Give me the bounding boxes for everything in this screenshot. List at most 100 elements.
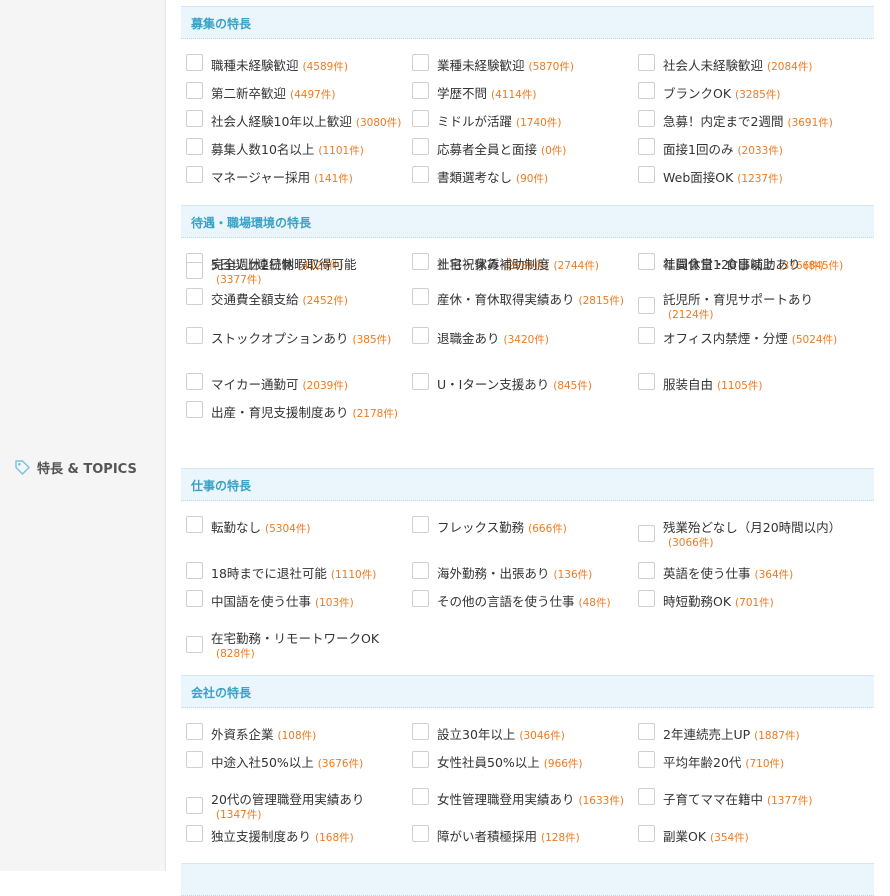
feature-checkbox-item[interactable]: 産休・育休取得実績あり (2815件)	[407, 288, 633, 308]
feature-checkbox-item[interactable]: 外資系企業 (108件)	[181, 723, 407, 743]
checkbox[interactable]	[412, 327, 429, 344]
feature-checkbox-item[interactable]: 18時までに退社可能 (1110件)	[181, 562, 407, 582]
checkbox[interactable]	[186, 723, 203, 740]
feature-checkbox-item[interactable]: 英語を使う仕事 (364件)	[633, 562, 859, 582]
checkbox[interactable]	[186, 590, 203, 607]
feature-label[interactable]: 時短勤務OK (701件)	[663, 591, 774, 610]
feature-label[interactable]: その他の言語を使う仕事 (48件)	[437, 591, 611, 610]
feature-checkbox-item[interactable]: 急募！内定まで2週間 (3691件)	[633, 110, 859, 130]
feature-label[interactable]: 女性社員50%以上 (966件)	[437, 752, 583, 771]
checkbox[interactable]	[638, 327, 655, 344]
feature-label[interactable]: Web面接OK (1237件)	[663, 167, 783, 186]
feature-checkbox-item[interactable]: 独立支援制度あり (168件)	[181, 825, 407, 845]
feature-label[interactable]: フレックス勤務 (666件)	[437, 517, 567, 536]
feature-checkbox-item[interactable]: 平均年齢20代 (710件)	[633, 751, 859, 771]
checkbox[interactable]	[412, 562, 429, 579]
feature-checkbox-item[interactable]: 社会人未経験歓迎 (2084件)	[633, 54, 859, 74]
feature-checkbox-item[interactable]: 中国語を使う仕事 (103件)	[181, 590, 407, 610]
checkbox[interactable]	[412, 788, 429, 805]
feature-label[interactable]: 18時までに退社可能 (1110件)	[211, 563, 376, 582]
checkbox[interactable]	[412, 288, 429, 305]
feature-checkbox-item[interactable]: 海外勤務・出張あり (136件)	[407, 562, 633, 582]
checkbox[interactable]	[638, 253, 655, 270]
checkbox[interactable]	[638, 825, 655, 842]
feature-checkbox-item[interactable]: オフィス内禁煙・分煙 (5024件)	[633, 327, 859, 347]
checkbox[interactable]	[638, 82, 655, 99]
checkbox[interactable]	[186, 751, 203, 768]
feature-label[interactable]: 平均年齢20代 (710件)	[663, 752, 784, 771]
feature-label[interactable]: 服装自由 (1105件)	[663, 374, 762, 393]
feature-label[interactable]: ストックオプションあり (385件)	[211, 328, 391, 347]
feature-checkbox-item[interactable]: 残業殆どなし（月20時間以内） (3066件)	[633, 516, 859, 549]
feature-checkbox-item[interactable]: 職種未経験歓迎 (4589件)	[181, 54, 407, 74]
feature-label[interactable]: 社宅・家賃補助制度 (2744件)	[437, 254, 599, 273]
feature-checkbox-item[interactable]: 託児所・育児サポートあり (2124件)	[633, 288, 859, 321]
checkbox[interactable]	[412, 166, 429, 183]
feature-label[interactable]: ミドルが活躍 (1740件)	[437, 111, 561, 130]
feature-label[interactable]: 在宅勤務・リモートワークOK	[211, 628, 379, 647]
feature-label[interactable]: 託児所・育児サポートあり	[663, 289, 813, 308]
checkbox[interactable]	[186, 825, 203, 842]
feature-checkbox-item[interactable]: 女性管理職登用実績あり (1633件)	[407, 788, 633, 808]
feature-checkbox-item[interactable]: 出産・育児支援制度あり (2178件)	[181, 401, 407, 421]
checkbox[interactable]	[638, 590, 655, 607]
checkbox[interactable]	[186, 797, 203, 814]
feature-label[interactable]: 海外勤務・出張あり (136件)	[437, 563, 592, 582]
checkbox[interactable]	[186, 401, 203, 418]
checkbox[interactable]	[638, 525, 655, 542]
feature-label[interactable]: U・Iターン支援あり (845件)	[437, 374, 592, 393]
feature-label[interactable]: 残業殆どなし（月20時間以内）	[663, 517, 841, 536]
feature-label[interactable]: 中途入社50%以上 (3676件)	[211, 752, 363, 771]
feature-checkbox-item[interactable]: 第二新卒歓迎 (4497件)	[181, 82, 407, 102]
feature-checkbox-item[interactable]: マネージャー採用 (141件)	[181, 166, 407, 186]
feature-label[interactable]: 職種未経験歓迎 (4589件)	[211, 55, 348, 74]
checkbox[interactable]	[412, 54, 429, 71]
checkbox[interactable]	[186, 54, 203, 71]
checkbox[interactable]	[412, 590, 429, 607]
feature-checkbox-item[interactable]: U・Iターン支援あり (845件)	[407, 373, 633, 393]
feature-checkbox-item[interactable]: 2年連続売上UP (1887件)	[633, 723, 859, 743]
feature-label[interactable]: マイカー通勤可 (2039件)	[211, 374, 348, 393]
feature-checkbox-item[interactable]: 学歴不問 (4114件)	[407, 82, 633, 102]
feature-checkbox-item[interactable]: 転勤なし (5304件)	[181, 516, 407, 536]
feature-label[interactable]: 書類選考なし (90件)	[437, 167, 548, 186]
checkbox[interactable]	[186, 636, 203, 653]
checkbox[interactable]	[638, 138, 655, 155]
feature-label[interactable]: 社会人経験10年以上歓迎 (3080件)	[211, 111, 401, 130]
feature-checkbox-item[interactable]: 中途入社50%以上 (3676件)	[181, 751, 407, 771]
feature-checkbox-item[interactable]: 退職金あり (3420件)	[407, 327, 633, 347]
checkbox[interactable]	[638, 723, 655, 740]
feature-checkbox-item[interactable]: 在宅勤務・リモートワークOK (828件)	[181, 627, 407, 660]
feature-checkbox-item[interactable]: 服装自由 (1105件)	[633, 373, 859, 393]
checkbox[interactable]	[412, 110, 429, 127]
feature-label[interactable]: 英語を使う仕事 (364件)	[663, 563, 793, 582]
feature-label[interactable]: 女性管理職登用実績あり (1633件)	[437, 789, 624, 808]
checkbox[interactable]	[638, 788, 655, 805]
feature-checkbox-item[interactable]: 社員食堂・食事補助あり (845件)	[633, 253, 859, 273]
feature-checkbox-item[interactable]: 副業OK (354件)	[633, 825, 859, 845]
feature-checkbox-item[interactable]: その他の言語を使う仕事 (48件)	[407, 590, 633, 610]
feature-checkbox-item[interactable]: 応募者全員と面接 (0件)	[407, 138, 633, 158]
feature-checkbox-item[interactable]: 社宅・家賃補助制度 (2744件)	[407, 253, 633, 273]
feature-checkbox-item[interactable]: 子育てママ在籍中 (1377件)	[633, 788, 859, 808]
feature-checkbox-item[interactable]: ストックオプションあり (385件)	[181, 327, 407, 347]
checkbox[interactable]	[638, 562, 655, 579]
feature-checkbox-item[interactable]: 障がい者積極採用 (128件)	[407, 825, 633, 845]
feature-label[interactable]: 交通費全額支給 (2452件)	[211, 289, 348, 308]
feature-checkbox-item[interactable]: 社会人経験10年以上歓迎 (3080件)	[181, 110, 407, 130]
feature-label[interactable]: 面接1回のみ (2033件)	[663, 139, 783, 158]
checkbox[interactable]	[412, 751, 429, 768]
checkbox[interactable]	[412, 825, 429, 842]
feature-label[interactable]: 副業OK (354件)	[663, 826, 749, 845]
checkbox[interactable]	[186, 327, 203, 344]
checkbox[interactable]	[186, 166, 203, 183]
feature-label[interactable]: 社員食堂・食事補助あり (845件)	[663, 254, 843, 273]
checkbox[interactable]	[186, 562, 203, 579]
feature-label[interactable]: 学歴不問 (4114件)	[437, 83, 536, 102]
checkbox[interactable]	[638, 373, 655, 390]
feature-label[interactable]: 募集人数10名以上 (1101件)	[211, 139, 364, 158]
feature-checkbox-item[interactable]: 5日以上連続休暇取得可能 (3377件)	[181, 253, 407, 286]
feature-label[interactable]: 出産・育児支援制度あり (2178件)	[211, 402, 398, 421]
feature-checkbox-item[interactable]: 書類選考なし (90件)	[407, 166, 633, 186]
checkbox[interactable]	[638, 751, 655, 768]
